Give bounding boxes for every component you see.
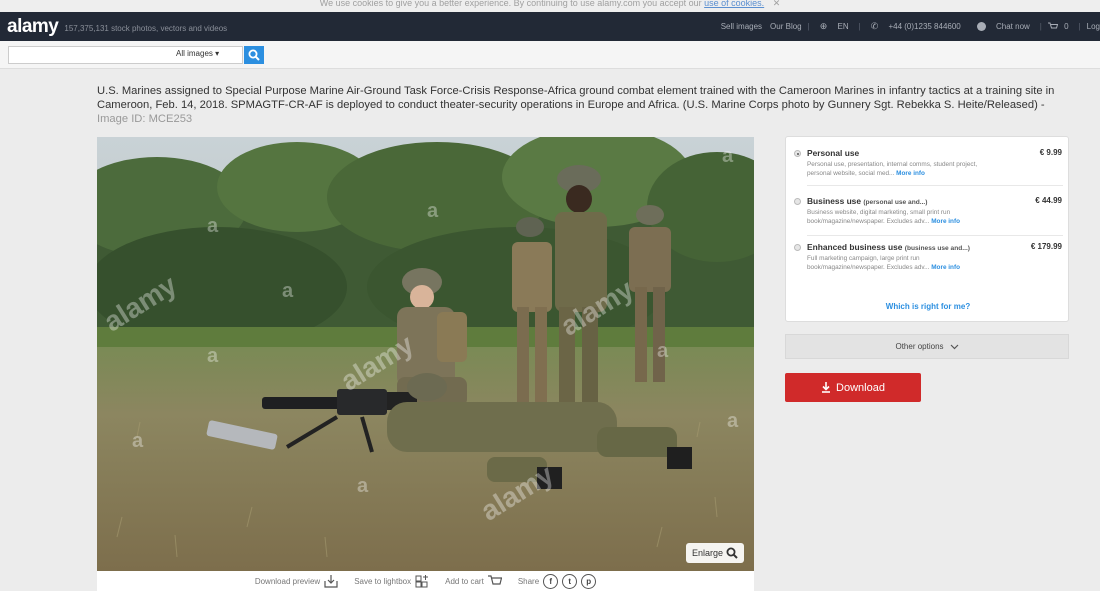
download-preview-button[interactable]: Download preview — [254, 574, 338, 588]
download-label: Download — [836, 381, 885, 394]
language-selector[interactable]: ⊕ EN — [816, 21, 853, 32]
image-id: MCE253 — [148, 113, 193, 125]
other-options-label: Other options — [895, 342, 944, 351]
radio-business[interactable] — [794, 198, 801, 205]
license-description: Full marketing campaign, large print run… — [807, 254, 992, 272]
login-link[interactable]: Log — [1087, 22, 1100, 31]
phone-link[interactable]: ✆ +44 (0)1235 844600 — [867, 21, 965, 32]
language-label: EN — [837, 22, 849, 31]
lightbox-icon — [415, 574, 429, 587]
watermark-letter: a — [722, 145, 734, 167]
enlarge-button[interactable]: Enlarge — [685, 543, 744, 563]
enlarge-label: Enlarge — [691, 548, 723, 558]
add-to-cart-button[interactable]: Add to cart — [445, 575, 502, 587]
license-description: Personal use, presentation, internal com… — [807, 160, 992, 178]
close-icon[interactable]: ✕ — [773, 0, 781, 8]
facebook-icon[interactable]: f — [543, 573, 559, 589]
license-title-text: Enhanced business use — [807, 242, 903, 252]
cart-add-icon — [487, 575, 502, 585]
alamy-logo[interactable]: alamy — [7, 16, 59, 38]
more-info-link[interactable]: More info — [931, 218, 960, 225]
download-icon — [822, 382, 831, 393]
image-actions: Download preview Save to lightbox Add to… — [97, 571, 754, 591]
caption-text: U.S. Marines assigned to Special Purpose… — [97, 85, 1055, 111]
license-divider — [807, 185, 1063, 186]
site-tagline: 157,375,131 stock photos, vectors and vi… — [64, 23, 228, 33]
license-subtitle: (business use and...) — [904, 245, 970, 252]
license-subtitle: (personal use and...) — [863, 199, 928, 206]
nav-divider: | — [807, 22, 810, 31]
photo-illustration: alamy alamy alamy alamy a a a a a a a a … — [97, 137, 754, 571]
chevron-down-icon — [950, 344, 958, 349]
add-to-cart-label: Add to cart — [445, 576, 484, 586]
save-to-lightbox-label: Save to lightbox — [354, 576, 412, 586]
license-title-text: Business use — [807, 196, 861, 206]
nav-divider: | — [1039, 22, 1042, 31]
license-title: Business use (personal use and...) — [807, 196, 927, 206]
license-price: € 179.99 — [1030, 242, 1062, 251]
header-nav: Sell images Our Blog | ⊕ EN | ✆ +44 (0)1… — [717, 21, 1100, 32]
cart-link[interactable]: 0 — [1047, 21, 1073, 31]
chat-now-label: Chat now — [996, 21, 1030, 31]
license-price: € 44.99 — [1035, 196, 1062, 205]
sell-images-link[interactable]: Sell images — [721, 22, 762, 31]
phone-number: +44 (0)1235 844600 — [888, 22, 961, 31]
download-preview-label: Download preview — [254, 576, 321, 586]
watermark-letter: a — [207, 215, 219, 237]
watermark-letter: a — [727, 410, 739, 432]
top-navigation: alamy 157,375,131 stock photos, vectors … — [0, 12, 1100, 41]
license-title: Personal use — [807, 148, 859, 158]
nav-divider: | — [1078, 22, 1081, 31]
phone-icon: ✆ — [870, 21, 879, 31]
license-desc-text: Business website, digital marketing, sma… — [807, 209, 951, 225]
license-description: Business website, digital marketing, sma… — [807, 208, 992, 226]
license-price: € 9.99 — [1039, 148, 1062, 157]
our-blog-link[interactable]: Our Blog — [770, 22, 802, 31]
share-label: Share — [517, 576, 540, 586]
search-icon — [248, 49, 260, 61]
image-type-label: All images — [176, 49, 213, 58]
share-group: Share f t p — [517, 573, 597, 589]
cart-icon — [1047, 22, 1059, 29]
image-id-label: Image ID: — [97, 113, 146, 125]
license-divider — [807, 235, 1063, 236]
more-info-link[interactable]: More info — [896, 170, 925, 177]
watermark-letter: a — [427, 200, 439, 222]
cart-count: 0 — [1064, 21, 1069, 31]
watermark-letter: a — [207, 345, 219, 367]
license-panel: Personal use € 9.99 Personal use, presen… — [785, 136, 1069, 322]
image-type-dropdown[interactable]: All images ▾ — [176, 49, 219, 58]
watermark-letter: a — [132, 430, 144, 452]
save-to-lightbox-button[interactable]: Save to lightbox — [354, 574, 429, 588]
license-desc-text: Full marketing campaign, large print run… — [807, 255, 930, 271]
watermark-letter: a — [282, 280, 294, 302]
search-bar: All images ▾ — [0, 41, 1100, 69]
pinterest-icon[interactable]: p — [581, 573, 597, 589]
license-title-text: Personal use — [807, 148, 860, 158]
chat-now-link[interactable]: Chat now — [973, 21, 1034, 32]
watermark-letter: a — [357, 475, 369, 497]
twitter-icon[interactable]: t — [562, 573, 578, 589]
main-photo[interactable]: alamy alamy alamy alamy a a a a a a a a … — [97, 137, 754, 571]
watermark-letter: a — [657, 340, 669, 362]
cookie-bar: We use cookies to give you a better expe… — [0, 0, 1100, 12]
image-caption: U.S. Marines assigned to Special Purpose… — [97, 84, 1077, 126]
cookie-policy-link[interactable]: use of cookies. — [704, 0, 764, 8]
chat-icon — [976, 22, 986, 32]
cookie-text: We use cookies to give you a better expe… — [319, 0, 702, 8]
radio-personal[interactable] — [794, 150, 801, 157]
download-tray-icon — [324, 574, 338, 588]
caret-down-icon: ▾ — [215, 49, 220, 58]
search-button[interactable] — [244, 46, 264, 64]
other-options-toggle[interactable]: Other options — [785, 334, 1069, 359]
radio-enhanced[interactable] — [794, 244, 801, 251]
more-info-link[interactable]: More info — [931, 264, 960, 271]
magnifier-icon — [726, 547, 738, 559]
globe-icon: ⊕ — [819, 21, 828, 31]
license-desc-text: Personal use, presentation, internal com… — [807, 161, 978, 177]
nav-divider: | — [858, 22, 861, 31]
license-title: Enhanced business use (business use and.… — [807, 242, 970, 252]
download-button[interactable]: Download — [785, 373, 921, 402]
which-license-link[interactable]: Which is right for me? — [786, 302, 1070, 311]
